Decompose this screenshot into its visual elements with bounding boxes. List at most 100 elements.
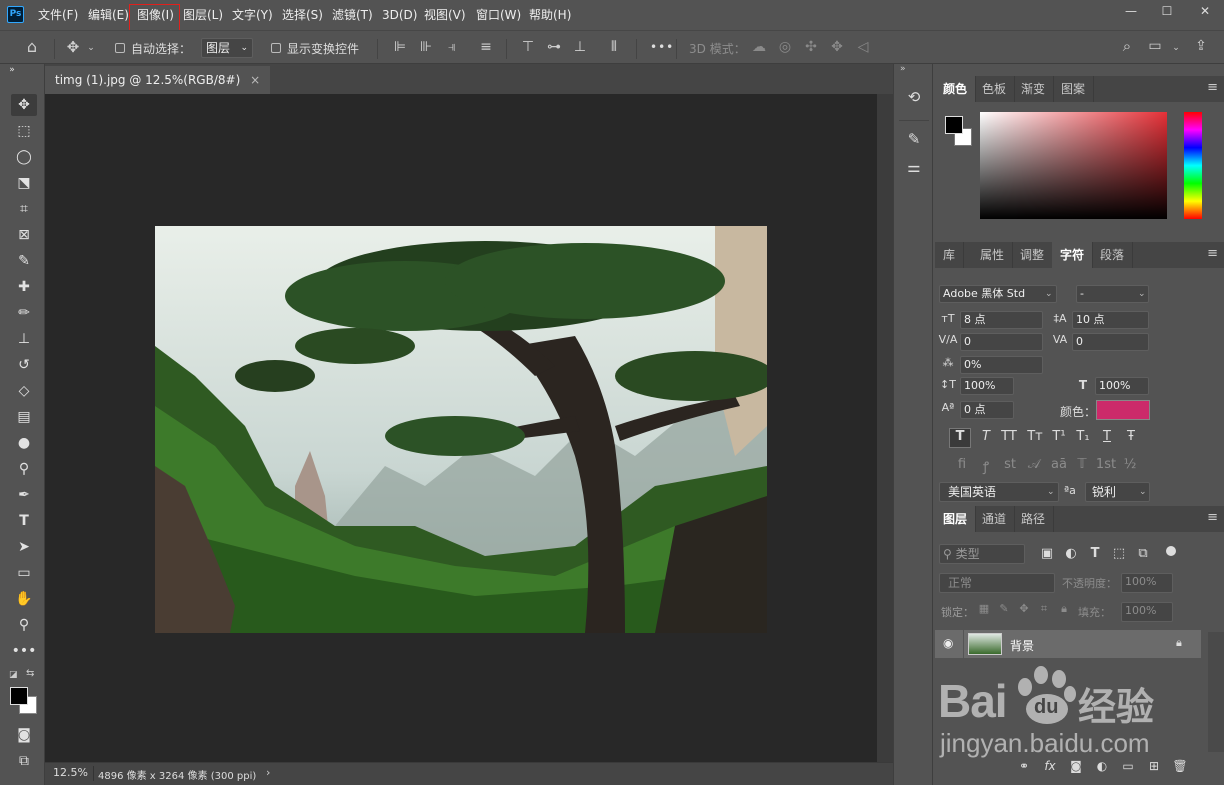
filter-type-icon[interactable]: T — [1087, 546, 1103, 561]
object-select-tool-icon[interactable]: ⬔ — [11, 172, 37, 194]
filter-shape-icon[interactable]: ⬚ — [1111, 546, 1127, 561]
menu-type[interactable]: 文字(Y) — [232, 0, 273, 30]
horizontal-scale-field[interactable]: 100% — [1095, 377, 1149, 395]
document-tab[interactable]: timg (1).jpg @ 12.5%(RGB/8#) × — [45, 66, 271, 94]
lock-artboard-icon[interactable]: ⌗ — [1037, 602, 1051, 616]
menu-view[interactable]: 视图(V) — [424, 0, 466, 30]
brush-tool-icon[interactable]: ✏ — [11, 302, 37, 324]
menu-layer[interactable]: 图层(L) — [183, 0, 223, 30]
lock-transparent-icon[interactable]: ▦ — [977, 602, 991, 615]
search-icon[interactable]: ⌕ — [1118, 37, 1136, 55]
fill-field[interactable]: 100% — [1121, 602, 1173, 622]
align-vcenter-icon[interactable]: ⊶ — [546, 38, 562, 56]
crop-tool-icon[interactable]: ⌗ — [11, 198, 37, 220]
underline-button[interactable]: T — [1095, 429, 1119, 444]
tab-properties[interactable]: 属性 — [972, 242, 1014, 268]
all-caps-button[interactable]: TT — [997, 429, 1021, 444]
language-select[interactable]: 美国英语 — [939, 482, 1059, 502]
panel-menu-icon[interactable]: ≡ — [1207, 510, 1218, 525]
layer-row-background[interactable]: ◉ 背景 🔒︎ — [935, 630, 1201, 658]
faux-bold-button[interactable]: T — [949, 428, 971, 448]
collapse-panels-icon[interactable]: » — [900, 64, 906, 74]
filter-pixel-icon[interactable]: ▣ — [1039, 546, 1055, 561]
status-menu-arrow[interactable]: › — [266, 766, 270, 779]
menu-select[interactable]: 选择(S) — [282, 0, 323, 30]
close-button[interactable]: ✕ — [1188, 0, 1222, 22]
filter-smart-object-icon[interactable]: ⧉ — [1135, 546, 1151, 561]
visibility-eye-icon[interactable]: ◉ — [943, 636, 953, 650]
workspace-icon[interactable]: ▭ — [1146, 37, 1164, 55]
tab-color[interactable]: 颜色 — [935, 76, 977, 102]
blend-mode-select[interactable]: 正常 — [939, 573, 1055, 593]
pen-tool-icon[interactable]: ✒ — [11, 484, 37, 506]
3d-roll-icon[interactable]: ◎ — [776, 38, 794, 56]
minimize-button[interactable]: — — [1114, 0, 1148, 22]
tsume-field[interactable]: 0% — [960, 356, 1043, 374]
3d-scale-icon[interactable]: ◁ — [854, 38, 872, 56]
subscript-button[interactable]: T₁ — [1071, 429, 1095, 444]
baseline-shift-field[interactable]: 0 点 — [960, 401, 1014, 419]
old-style-button[interactable]: ꝭ — [975, 457, 997, 475]
kerning-field[interactable]: 0 — [960, 333, 1043, 351]
align-hcenter-icon[interactable]: ⊪ — [418, 38, 434, 56]
tab-swatches[interactable]: 色板 — [974, 76, 1016, 102]
stylistic-alternates-button[interactable]: aā — [1047, 457, 1071, 472]
auto-select-dropdown[interactable]: 图层 ⌄ — [201, 38, 253, 58]
collapse-toolbar-icon[interactable]: » — [6, 64, 18, 76]
lasso-tool-icon[interactable]: ◯ — [11, 146, 37, 168]
quick-mask-icon[interactable]: ◙ — [11, 724, 37, 746]
3d-orbit-icon[interactable]: ☁ — [750, 38, 768, 56]
dodge-tool-icon[interactable]: ⚲ — [11, 458, 37, 480]
text-color-swatch[interactable] — [1096, 400, 1150, 420]
titling-alternates-button[interactable]: 𝕋 — [1071, 457, 1093, 472]
marquee-tool-icon[interactable]: ⬚ — [11, 120, 37, 142]
panel-menu-icon[interactable]: ≡ — [1207, 246, 1218, 261]
menu-edit[interactable]: 编辑(E) — [88, 0, 129, 30]
menu-help[interactable]: 帮助(H) — [529, 0, 571, 30]
adjustments-icon[interactable]: ⚌ — [904, 158, 924, 176]
chevron-down-icon[interactable]: ⌄ — [86, 39, 96, 57]
align-left-icon[interactable]: ⊫ — [392, 38, 408, 56]
chevron-down-icon[interactable]: ⌄ — [1170, 39, 1182, 57]
tab-adjustments[interactable]: 调整 — [1012, 242, 1054, 268]
foreground-color-swatch[interactable] — [10, 687, 28, 705]
eraser-tool-icon[interactable]: ◇ — [11, 380, 37, 402]
lock-position-icon[interactable]: ✥ — [1017, 602, 1031, 615]
zoom-tool-icon[interactable]: ⚲ — [11, 614, 37, 636]
home-icon[interactable]: ⌂ — [22, 38, 42, 56]
history-brush-tool-icon[interactable]: ↺ — [11, 354, 37, 376]
rectangle-tool-icon[interactable]: ▭ — [11, 562, 37, 584]
align-right-icon[interactable]: ⫣ — [444, 38, 460, 56]
tab-paragraph[interactable]: 段落 — [1092, 242, 1134, 268]
eyedropper-tool-icon[interactable]: ✎ — [11, 250, 37, 272]
strikethrough-button[interactable]: Ŧ — [1119, 429, 1143, 444]
lock-image-icon[interactable]: ✎ — [997, 602, 1011, 615]
brush-settings-icon[interactable]: ✎ — [904, 130, 924, 148]
tab-paths[interactable]: 路径 — [1013, 506, 1055, 532]
distribute-vertical-icon[interactable]: ≡ — [478, 38, 494, 56]
font-size-field[interactable]: 8 点 — [960, 311, 1043, 329]
superscript-button[interactable]: T¹ — [1047, 429, 1071, 444]
clone-stamp-tool-icon[interactable]: ⊥ — [11, 328, 37, 350]
fractions-button[interactable]: ½ — [1119, 457, 1141, 472]
distribute-horizontal-icon[interactable]: ⫴ — [606, 38, 622, 56]
more-options-button[interactable]: ••• — [650, 40, 674, 54]
type-tool-icon[interactable]: T — [11, 510, 37, 532]
filter-adjustment-icon[interactable]: ◐ — [1063, 546, 1079, 561]
move-tool-icon[interactable]: ✥ — [11, 94, 37, 116]
ordinals-button[interactable]: 1st — [1093, 457, 1119, 472]
tab-libraries[interactable]: 库 — [935, 242, 965, 268]
frame-tool-icon[interactable]: ⊠ — [11, 224, 37, 246]
discretionary-ligatures-button[interactable]: st — [999, 457, 1021, 472]
vertical-scale-field[interactable]: 100% — [960, 377, 1014, 395]
ligatures-button[interactable]: fi — [951, 457, 973, 472]
tab-gradients[interactable]: 渐变 — [1013, 76, 1055, 102]
close-tab-icon[interactable]: × — [250, 73, 260, 87]
zoom-level[interactable]: 12.5% — [53, 766, 88, 779]
gradient-tool-icon[interactable]: ▤ — [11, 406, 37, 428]
path-select-tool-icon[interactable]: ➤ — [11, 536, 37, 558]
menu-3d[interactable]: 3D(D) — [382, 0, 417, 30]
leading-field[interactable]: 10 点 — [1072, 311, 1149, 329]
menu-file[interactable]: 文件(F) — [38, 0, 78, 30]
faux-italic-button[interactable]: T — [975, 429, 997, 444]
